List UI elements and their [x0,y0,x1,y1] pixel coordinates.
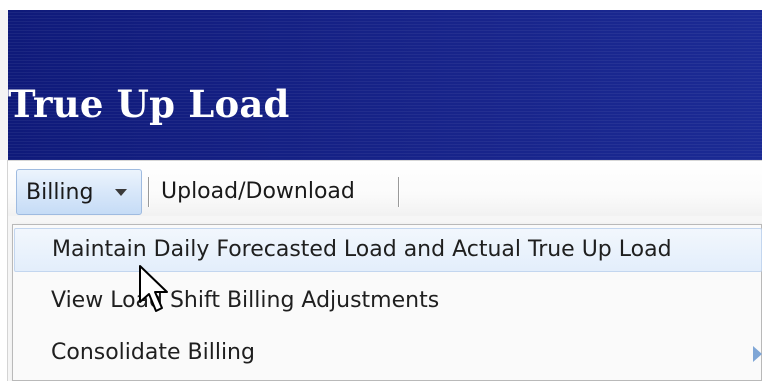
menu-item-consolidate-billing[interactable]: Consolidate Billing [14,332,762,376]
menu-item-view-load-shift-billing-adjustments[interactable]: View Load Shift Billing Adjustments [14,280,762,324]
upload-download-menu-button[interactable]: Upload/Download [161,179,355,205]
page-header: True Up Load [8,10,762,160]
top-margin [0,0,762,10]
menu-item-label: View Load Shift Billing Adjustments [51,288,440,313]
submenu-arrow-icon [753,346,762,362]
billing-menu-label: Billing [26,180,94,205]
menu-toolbar: Billing Upload/Download [8,160,762,217]
billing-menu-button[interactable]: Billing [16,169,142,215]
left-edge-panel [0,160,8,381]
toolbar-separator [398,177,399,207]
menu-item-label: Consolidate Billing [51,340,255,365]
page: True Up Load Billing Upload/Download Mai… [0,0,762,381]
menu-item-maintain-daily-forecasted-load[interactable]: Maintain Daily Forecasted Load and Actua… [14,228,762,272]
toolbar-separator [148,177,149,207]
billing-dropdown-menu: Maintain Daily Forecasted Load and Actua… [12,224,762,381]
menu-item-label: Maintain Daily Forecasted Load and Actua… [52,237,672,262]
caret-down-icon [115,189,127,196]
page-title: True Up Load [8,82,290,126]
